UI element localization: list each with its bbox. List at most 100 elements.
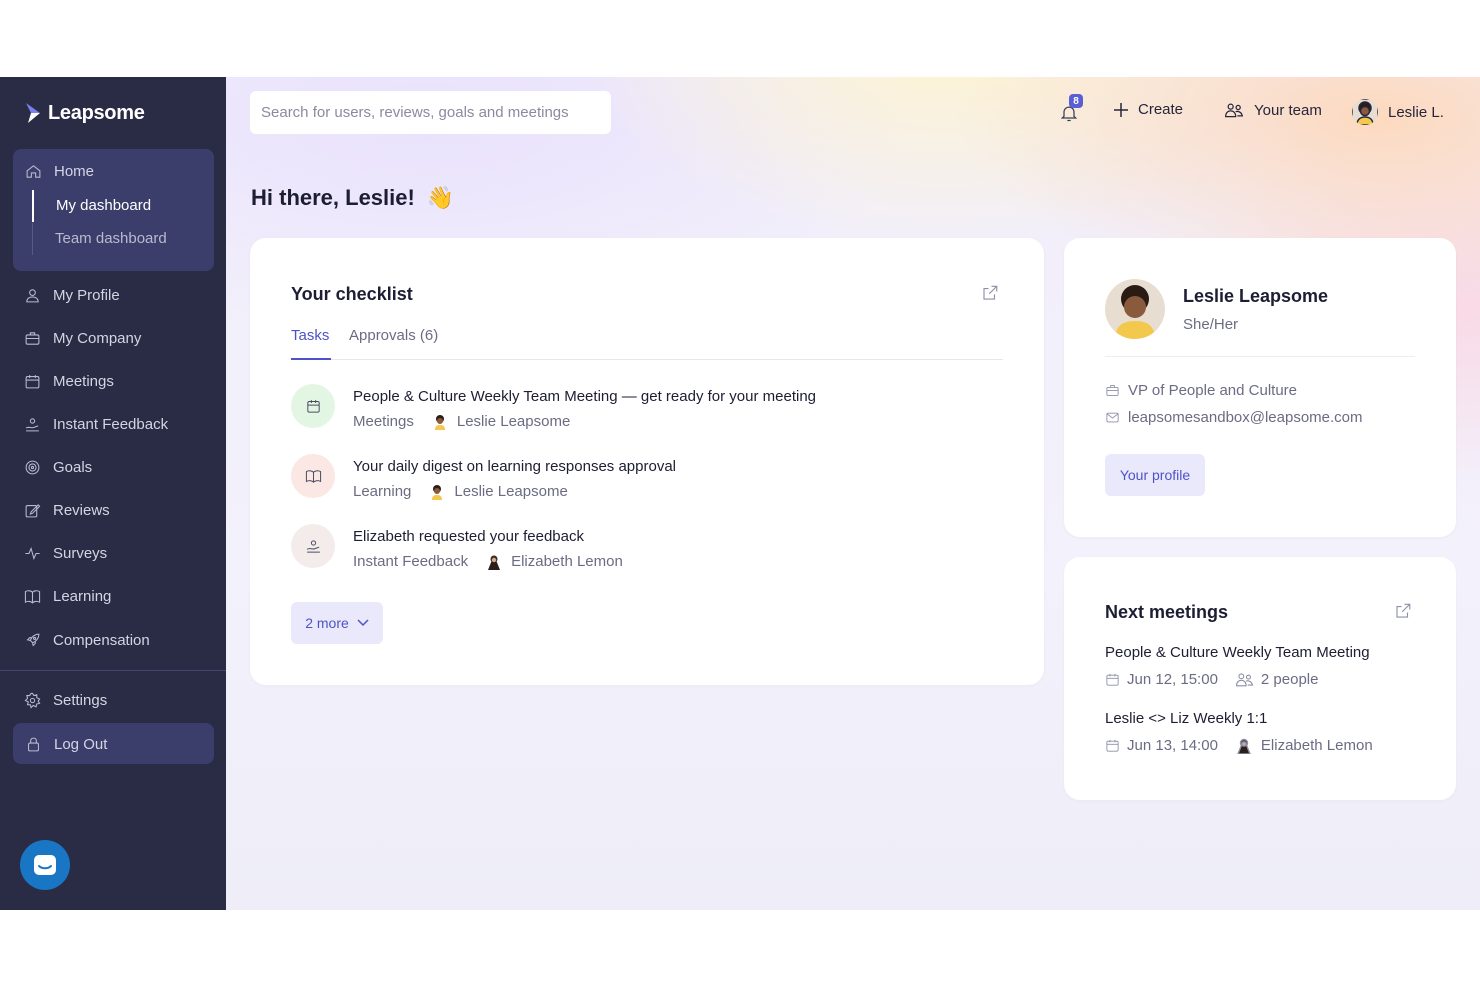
profile-email[interactable]: leapsomesandbox@leapsome.com xyxy=(1128,409,1363,426)
sidebar: Leapsome Home My dashboard Team dashboar… xyxy=(0,77,226,910)
checklist-title: Your checklist xyxy=(291,284,413,304)
logout-row: Log Out xyxy=(25,732,107,756)
team-icon xyxy=(1225,103,1244,118)
sidebar-item-reviews[interactable]: Reviews xyxy=(24,498,110,522)
sidebar-item-my-profile[interactable]: My Profile xyxy=(24,283,120,307)
task-meta: Meetings Leslie Leapsome xyxy=(353,413,570,430)
task-category: Learning xyxy=(353,483,412,500)
feedback-icon xyxy=(306,539,320,553)
chat-launcher-button[interactable] xyxy=(20,840,70,890)
sidebar-item-surveys[interactable]: Surveys xyxy=(24,541,107,565)
search-box[interactable] xyxy=(250,91,611,134)
task-icon-bg xyxy=(291,524,335,568)
app-frame: Leapsome Home My dashboard Team dashboar… xyxy=(0,77,1480,910)
edit-icon xyxy=(25,503,41,517)
profile-pronouns: She/Her xyxy=(1183,316,1239,333)
calendar-icon xyxy=(306,399,320,413)
your-team-button[interactable]: Your team xyxy=(1224,101,1322,119)
avatar xyxy=(429,484,445,500)
greeting: Hi there, Leslie! 👋 xyxy=(251,185,454,211)
tab-tasks[interactable]: Tasks xyxy=(291,326,331,360)
task-person: Leslie Leapsome xyxy=(454,483,568,500)
meeting-date: Jun 13, 14:00 xyxy=(1127,737,1218,754)
rocket-icon xyxy=(26,633,40,646)
tab-approvals[interactable]: Approvals (6) xyxy=(349,326,438,360)
sidebar-item-meetings[interactable]: Meetings xyxy=(24,369,114,393)
task-title: Elizabeth requested your feedback xyxy=(353,528,584,545)
create-label: Create xyxy=(1138,101,1184,118)
profile-card: Leslie Leapsome She/Her VP of People and… xyxy=(1064,238,1456,537)
avatar-portrait-icon xyxy=(488,555,501,570)
sidebar-item-label: Home xyxy=(54,162,95,180)
checklist-card: Your checklist Tasks Approvals (6) Peopl… xyxy=(250,238,1044,685)
task-item[interactable]: People & Culture Weekly Team Meeting — g… xyxy=(291,384,991,444)
sidebar-subitem-label: Team dashboard xyxy=(55,230,167,247)
sidebar-item-label: Settings xyxy=(53,691,108,709)
meeting-title[interactable]: Leslie <> Liz Weekly 1:1 xyxy=(1105,710,1267,727)
sidebar-item-label: Log Out xyxy=(54,735,108,753)
sidebar-item-goals[interactable]: Goals xyxy=(24,455,92,479)
logout-button[interactable]: Log Out xyxy=(13,723,214,764)
avatar xyxy=(1236,738,1252,754)
your-team-label: Your team xyxy=(1254,101,1322,119)
meeting-title[interactable]: People & Culture Weekly Team Meeting xyxy=(1105,644,1370,661)
search-input[interactable] xyxy=(261,104,611,121)
your-profile-button[interactable]: Your profile xyxy=(1105,454,1205,496)
task-title: People & Culture Weekly Team Meeting — g… xyxy=(353,388,817,405)
chat-icon xyxy=(34,855,56,875)
sidebar-item-my-company[interactable]: My Company xyxy=(24,326,141,350)
external-link-icon[interactable] xyxy=(981,284,999,302)
sidebar-item-home[interactable]: Home xyxy=(25,159,94,183)
meeting-date: Jun 12, 15:00 xyxy=(1127,671,1218,688)
sidebar-item-label: Goals xyxy=(53,458,93,476)
leapsome-logo-icon xyxy=(26,103,40,123)
brand-logo[interactable]: Leapsome xyxy=(24,101,145,125)
sidebar-item-instant-feedback[interactable]: Instant Feedback xyxy=(24,412,168,436)
task-meta: Learning Leslie Leapsome xyxy=(353,483,568,500)
main-content: 8 Create Your team Leslie L. Hi there, L… xyxy=(226,77,1480,910)
calendar-icon xyxy=(1106,673,1119,686)
task-item[interactable]: Elizabeth requested your feedback Instan… xyxy=(291,524,991,584)
user-name-label: Leslie L. xyxy=(1388,103,1444,121)
book-icon xyxy=(24,589,41,604)
brand-name: Leapsome xyxy=(48,101,145,124)
show-more-button[interactable]: 2 more xyxy=(291,602,383,644)
user-menu-button[interactable]: Leslie L. xyxy=(1352,99,1444,125)
avatar xyxy=(1352,99,1378,125)
avatar xyxy=(486,554,502,570)
sidebar-item-compensation[interactable]: Compensation xyxy=(24,628,150,652)
task-item[interactable]: Your daily digest on learning responses … xyxy=(291,454,991,514)
waving-hand-icon: 👋 xyxy=(426,185,455,210)
briefcase-icon xyxy=(25,331,40,345)
task-category: Instant Feedback xyxy=(353,553,469,570)
profile-divider xyxy=(1105,356,1415,357)
sidebar-subitem-team-dashboard[interactable]: Team dashboard xyxy=(32,223,167,255)
sidebar-subitem-my-dashboard[interactable]: My dashboard xyxy=(32,190,151,222)
sidebar-item-learning[interactable]: Learning xyxy=(24,584,111,608)
meeting-attendees: Elizabeth Lemon xyxy=(1260,737,1373,754)
user-icon xyxy=(26,288,39,302)
target-icon xyxy=(25,460,40,474)
plus-icon xyxy=(1114,102,1128,117)
sidebar-item-settings[interactable]: Settings xyxy=(24,688,107,712)
checklist-tabs: Tasks Approvals (6) xyxy=(291,326,1003,360)
external-link-icon[interactable] xyxy=(1394,602,1412,620)
sidebar-divider xyxy=(0,670,226,671)
sidebar-item-label: Instant Feedback xyxy=(53,415,169,433)
sidebar-item-label: Compensation xyxy=(53,631,150,649)
chevron-down-icon xyxy=(357,619,369,627)
create-button[interactable]: Create xyxy=(1114,101,1183,118)
profile-email-row: leapsomesandbox@leapsome.com xyxy=(1105,409,1363,426)
profile-role-row: VP of People and Culture xyxy=(1105,382,1297,399)
pulse-icon xyxy=(25,546,40,560)
team-icon xyxy=(1235,673,1254,687)
task-icon-bg xyxy=(291,384,335,428)
meeting-attendees: 2 people xyxy=(1260,671,1319,688)
avatar-portrait-icon xyxy=(1105,279,1165,339)
task-title: Your daily digest on learning responses … xyxy=(353,458,676,475)
calendar-icon xyxy=(25,374,40,388)
gear-icon xyxy=(24,692,41,709)
sidebar-item-label: Learning xyxy=(53,587,112,605)
avatar-portrait-icon xyxy=(1237,738,1251,754)
task-meta: Instant Feedback Elizabeth Lemon xyxy=(353,553,623,570)
